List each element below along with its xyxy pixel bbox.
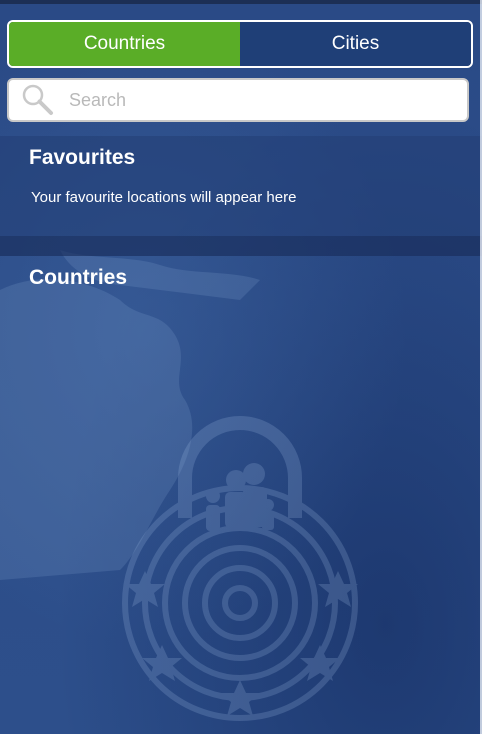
favourites-empty-message: Your favourite locations will appear her… xyxy=(31,189,297,206)
tab-countries[interactable]: Countries xyxy=(9,22,240,66)
search-icon xyxy=(22,84,53,115)
countries-heading: Countries xyxy=(29,266,128,289)
favourites-heading: Favourites xyxy=(29,146,136,169)
search-bar xyxy=(7,78,469,122)
location-type-segmented-control: Countries Cities xyxy=(7,20,473,68)
search-input[interactable] xyxy=(67,88,431,112)
tab-cities[interactable]: Cities xyxy=(240,22,471,66)
top-bar xyxy=(0,0,482,4)
lock-family-emblem xyxy=(122,416,358,721)
section-divider xyxy=(0,236,482,256)
